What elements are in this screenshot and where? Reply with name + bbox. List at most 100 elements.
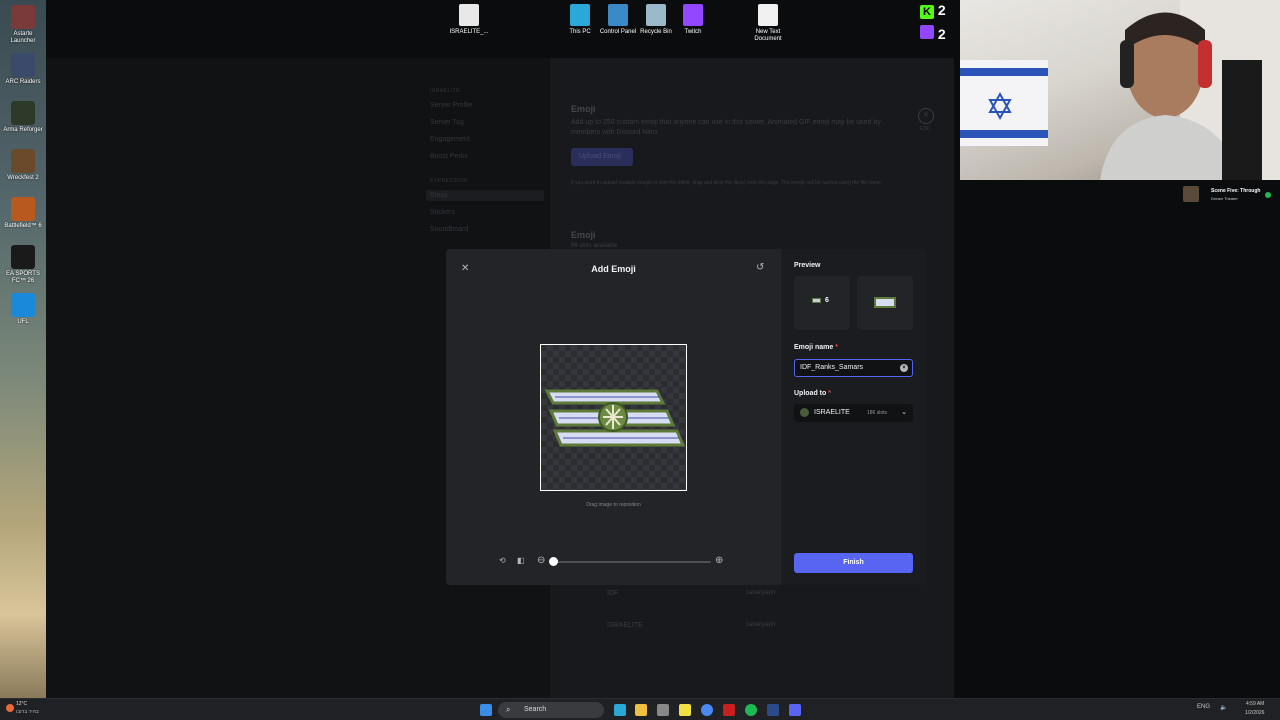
shortcut-icon	[646, 4, 666, 26]
chevron-down-icon: ⌄	[901, 409, 907, 416]
upload-emoji-button[interactable]: Upload Emoji	[571, 148, 633, 166]
now-playing-widget: Scene Five: Through Dream Theater	[1183, 186, 1275, 206]
sidebar-item-soundboard[interactable]: Soundboard	[430, 226, 468, 233]
desktop-shortcut-label: Astarte Launcher	[10, 31, 36, 44]
app-icon[interactable]	[767, 704, 779, 716]
notes-icon[interactable]	[679, 704, 691, 716]
spotify-taskbar-icon[interactable]	[745, 704, 757, 716]
zoom-slider-handle[interactable]	[549, 557, 558, 566]
clock-date[interactable]: 1/2/2026	[1245, 710, 1264, 716]
start-icon[interactable]	[480, 704, 492, 716]
sidebar-expression-header: EXPRESSION	[430, 178, 468, 184]
add-emoji-options: Preview 6 Emoji name * IDF_Ranks_Samars …	[781, 249, 926, 585]
desktop-shortcut-label: Arma Reforger	[3, 127, 43, 133]
chrome-icon[interactable]	[701, 704, 713, 716]
emoji-list-uploader: zabariyarin	[746, 622, 776, 628]
desktop-shortcut-label: EA SPORTS FC™ 26	[6, 271, 40, 284]
zoom-controls: ⟲ ◧ ⊖ ⊕	[493, 552, 733, 572]
desktop-shortcut-label: ISRAELITE_...	[449, 29, 489, 35]
language-indicator[interactable]: ENG	[1197, 704, 1210, 710]
weather-desc: בהיר ברובו	[16, 709, 39, 715]
zoom-out-icon[interactable]: ⊖	[537, 555, 545, 566]
taskbar-search[interactable]: ⌕ Search	[498, 702, 604, 718]
drag-hint: Drag image to reposition	[586, 502, 641, 508]
finish-button[interactable]: Finish	[794, 553, 913, 573]
emoji-list-row: IDF zabariyarin	[550, 586, 954, 606]
shortcut-icon	[683, 4, 703, 26]
sidebar-item-server-tag[interactable]: Server Tag	[430, 119, 464, 126]
preview-emoji-small	[812, 298, 821, 303]
file-explorer-icon[interactable]	[635, 704, 647, 716]
emoji-name-label: Emoji name *	[794, 344, 838, 351]
reset-icon[interactable]: ↺	[756, 262, 764, 273]
emoji-section-title: Emoji	[571, 104, 596, 114]
settings-icon[interactable]	[657, 704, 669, 716]
app-shortcut-icon	[11, 101, 35, 125]
emoji-crop-area[interactable]	[540, 344, 687, 491]
zoom-in-icon[interactable]: ⊕	[715, 555, 723, 566]
desktop-shortcut-label: UFL	[17, 319, 29, 325]
clock-time[interactable]: 4:59 AM	[1246, 701, 1264, 707]
upload-to-select[interactable]: ISRAELITE 186 slots ⌄	[794, 404, 913, 422]
desktop-shortcut[interactable]: Battlefield™ 6	[3, 197, 43, 230]
shortcut-icon	[608, 4, 628, 26]
upload-note: If you want to upload multiple emojis or…	[571, 180, 883, 186]
rotate-icon[interactable]: ⟲	[499, 556, 506, 565]
emoji-list-name: ISRAELITE	[607, 622, 643, 629]
desktop-shortcut[interactable]: New Text Document	[745, 4, 791, 43]
flip-icon[interactable]: ◧	[517, 556, 525, 565]
volume-icon[interactable]: 🔈	[1220, 704, 1227, 711]
search-icon: ⌕	[506, 705, 511, 714]
modal-title: Add Emoji	[591, 264, 636, 274]
clear-input-icon[interactable]: ×	[900, 364, 908, 372]
sidebar-item-stickers[interactable]: Stickers	[430, 209, 455, 216]
twitch-icon	[920, 25, 934, 39]
preview-large	[857, 276, 913, 330]
emoji-list-title: Emoji	[571, 230, 596, 240]
desktop-shortcut[interactable]: Twitch	[670, 4, 716, 36]
desktop-shortcut[interactable]: UFL	[3, 293, 43, 326]
desktop-shortcut[interactable]: Astarte Launcher	[3, 5, 43, 45]
emoji-name-input[interactable]: IDF_Ranks_Samars ×	[794, 359, 913, 377]
sidebar-item-server-profile[interactable]: Server Profile	[430, 102, 472, 109]
discord-icon[interactable]	[789, 704, 801, 716]
shortcut-icon	[570, 4, 590, 26]
webcam-scene	[960, 0, 1280, 180]
twitch-counter: 2	[920, 25, 954, 43]
app-shortcut-icon	[11, 197, 35, 221]
app-shortcut-icon	[11, 149, 35, 173]
taskbar: 12°C בהיר ברובו ⌕ Search ENG 🔈 4:59 AM 1…	[0, 698, 1280, 720]
rank-badge-image	[544, 389, 686, 447]
steam-icon[interactable]	[723, 704, 735, 716]
server-icon	[800, 408, 809, 417]
desktop-shortcut-label: Wreckfest 2	[7, 175, 39, 181]
album-art	[1183, 186, 1199, 202]
kick-icon: K	[920, 5, 934, 19]
sidebar-item-emoji[interactable]: Emoji	[426, 190, 544, 201]
upload-to-label: Upload to *	[794, 390, 831, 397]
desktop-shortcut-label: Recycle Bin	[640, 29, 672, 35]
close-icon[interactable]: ✕	[461, 263, 469, 274]
desktop-shortcut[interactable]: EA SPORTS FC™ 26	[3, 245, 43, 285]
desktop-shortcut[interactable]: ISRAELITE_...	[446, 4, 492, 36]
emoji-list-name: IDF	[607, 590, 619, 597]
desktop-shortcut-label: New Text Document	[754, 29, 782, 42]
sidebar-item-boost-perks[interactable]: Boost Perks	[430, 153, 468, 160]
zoom-slider-track[interactable]	[553, 561, 711, 563]
app-shortcut-icon	[11, 245, 35, 269]
desktop-shortcut[interactable]: ARC Raiders	[3, 53, 43, 86]
emoji-section-desc: Add up to 250 custom emoji that anyone c…	[571, 119, 881, 136]
sidebar-item-engagement[interactable]: Engagement	[430, 136, 470, 143]
weather-temp: 12°C	[16, 701, 28, 707]
desktop-shortcut[interactable]: Wreckfest 2	[3, 149, 43, 182]
edge-icon[interactable]	[614, 704, 626, 716]
close-settings-icon[interactable]: ✕	[918, 108, 934, 124]
weather-icon	[6, 704, 14, 712]
desktop-shortcut[interactable]: Arma Reforger	[3, 101, 43, 134]
app-shortcut-icon	[11, 53, 35, 77]
preview-count: 6	[825, 297, 829, 304]
now-playing-title: Scene Five: Through	[1211, 188, 1261, 194]
preview-emoji-large	[874, 297, 896, 308]
emoji-list-row: ISRAELITE zabariyarin	[550, 618, 954, 638]
emoji-list-uploader: zabariyarin	[746, 590, 776, 596]
